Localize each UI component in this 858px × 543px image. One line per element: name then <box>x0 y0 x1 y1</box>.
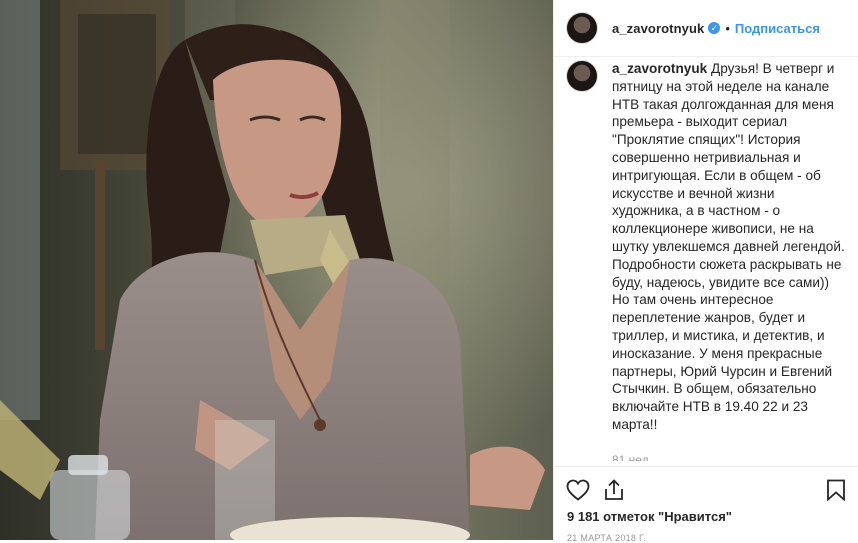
caption-comment: a_zavorotnyuk Друзья! В четверг и пятниц… <box>554 57 858 434</box>
caption-text-block: a_zavorotnyuk Друзья! В четверг и пятниц… <box>612 60 846 434</box>
action-bar <box>554 466 858 507</box>
heart-icon[interactable] <box>566 479 590 506</box>
caption-avatar[interactable] <box>566 60 598 92</box>
likes-count[interactable]: 9 181 отметок "Нравится" <box>567 509 732 524</box>
verified-badge-icon: ✓ <box>708 22 721 34</box>
bookmark-icon[interactable] <box>826 479 846 506</box>
post-photo[interactable] <box>0 0 553 540</box>
post-header: a_zavorotnyuk ✓ • Подписаться <box>554 0 858 57</box>
comments-area[interactable]: a_zavorotnyuk Друзья! В четверг и пятниц… <box>554 57 858 461</box>
post-side-panel: a_zavorotnyuk ✓ • Подписаться a_zavorotn… <box>554 0 858 543</box>
avatar[interactable] <box>566 12 598 44</box>
caption-text: Друзья! В четверг и пятницу на этой неде… <box>612 61 845 432</box>
caption-username[interactable]: a_zavorotnyuk <box>612 61 707 76</box>
follow-button[interactable]: Подписаться <box>735 21 820 36</box>
share-icon[interactable] <box>602 479 626 506</box>
separator-dot: • <box>725 20 730 36</box>
post-date: 21 МАРТА 2018 Г. <box>567 533 646 543</box>
post-age[interactable]: 81 нед. <box>612 453 858 461</box>
header-username[interactable]: a_zavorotnyuk <box>612 21 704 36</box>
